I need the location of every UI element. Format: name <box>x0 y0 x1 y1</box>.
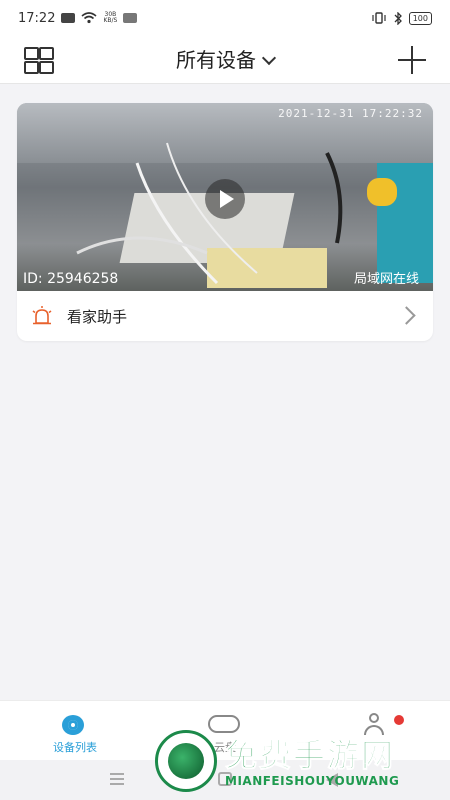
notification-icon <box>61 13 76 23</box>
bluetooth-icon <box>394 11 402 25</box>
add-device-button[interactable] <box>396 44 428 76</box>
video-timestamp: 2021-12-31 17:22:32 <box>278 107 423 120</box>
watermark: 免费手游网 MIANFEISHOUYOUWANG <box>155 730 445 796</box>
status-bar: 17:22 30B KB/S 100 <box>0 0 450 36</box>
wifi-icon <box>81 12 97 24</box>
status-bar-right: 100 <box>371 11 432 25</box>
play-button[interactable] <box>205 179 245 219</box>
alarm-icon <box>32 306 52 325</box>
page-title: 所有设备 <box>176 48 256 72</box>
battery-icon: 100 <box>408 11 432 25</box>
net-speed: 30B KB/S <box>103 12 117 24</box>
tab-device-list-label: 设备列表 <box>53 741 97 754</box>
device-filter-dropdown[interactable]: 所有设备 <box>0 44 450 73</box>
watermark-title: 免费手游网 <box>224 736 396 775</box>
device-card: 2021-12-31 17:22:32 ID: 25946258 局域网在线 看… <box>17 103 433 341</box>
camera-preview[interactable]: 2021-12-31 17:22:32 ID: 25946258 局域网在线 <box>17 103 433 291</box>
status-bar-left: 17:22 30B KB/S <box>18 10 138 26</box>
tab-device-list[interactable]: 设备列表 <box>20 701 130 761</box>
vibrate-icon <box>372 12 386 24</box>
watermark-logo-icon <box>155 730 217 792</box>
home-assistant-row[interactable]: 看家助手 <box>17 291 433 341</box>
status-time: 17:22 <box>18 10 56 26</box>
camera-icon <box>62 715 84 735</box>
app-notification-icon <box>123 13 138 23</box>
home-assistant-label: 看家助手 <box>67 308 128 326</box>
net-speed-unit: KB/S <box>103 17 118 24</box>
notification-badge <box>394 715 404 725</box>
app-header: 所有设备 <box>0 36 450 84</box>
chevron-right-icon <box>397 306 416 325</box>
watermark-subtitle: MIANFEISHOUYOUWANG <box>225 774 400 788</box>
device-id: ID: 25946258 <box>23 271 119 287</box>
chevron-down-icon <box>261 50 277 66</box>
device-status: 局域网在线 <box>353 272 419 287</box>
menu-icon[interactable] <box>110 773 124 785</box>
